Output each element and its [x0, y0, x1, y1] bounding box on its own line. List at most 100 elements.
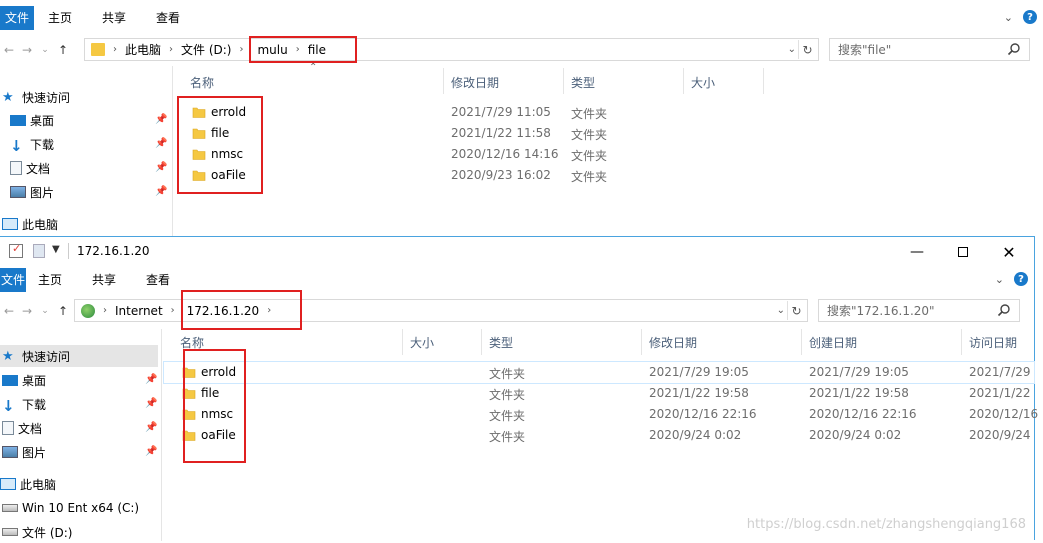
navigation-pane: ★ 快速访问 桌面 📌 ↓ 下载 📌 文档 📌 图片 📌 此电脑 Win 10 … [0, 345, 170, 541]
nav-quick-access[interactable]: ★ 快速访问 [0, 345, 158, 367]
column-divider[interactable] [563, 68, 564, 94]
search-icon[interactable] [997, 303, 1011, 317]
up-arrow-icon[interactable]: ↑ [54, 43, 72, 57]
file-row[interactable]: nmsc 2020/12/16 14:16 文件夹 [176, 144, 776, 165]
column-header-accessed[interactable]: 访问日期 [969, 331, 1017, 353]
file-row[interactable]: errold 文件夹 2021/7/29 19:05 2021/7/29 19:05 2… [163, 361, 1035, 384]
column-header-type[interactable]: 类型 [489, 331, 513, 353]
column-header-name[interactable]: 名称 [190, 71, 214, 93]
column-divider[interactable] [641, 329, 642, 355]
up-arrow-icon[interactable]: ↑ [54, 304, 72, 318]
nav-this-pc[interactable]: 此电脑 [0, 473, 56, 495]
help-icon[interactable]: ? [1023, 10, 1037, 24]
pin-icon[interactable]: 📌 [155, 138, 167, 149]
new-folder-icon[interactable] [33, 244, 45, 258]
minimize-button[interactable]: — [894, 241, 940, 263]
column-header-created[interactable]: 创建日期 [809, 331, 857, 353]
ribbon-tab-home[interactable]: 主页 [48, 9, 72, 26]
pictures-icon [2, 446, 18, 458]
column-divider[interactable] [683, 68, 684, 94]
nav-item-downloads[interactable]: ↓ 下载 [10, 133, 54, 155]
breadcrumb-drive-d[interactable]: 文件 (D:) [181, 41, 231, 58]
column-divider[interactable] [801, 329, 802, 355]
cell-accessed: 2021/1/22 [969, 386, 1031, 400]
search-icon[interactable] [1007, 42, 1021, 56]
expand-ribbon-icon[interactable]: ⌄ [1004, 11, 1013, 24]
nav-item-desktop[interactable]: 桌面 [10, 109, 54, 131]
nav-label: 快速访问 [22, 90, 71, 105]
nav-this-pc[interactable]: 此电脑 [2, 213, 58, 235]
search-input[interactable]: 搜索"file" [829, 38, 1030, 61]
column-header-type[interactable]: 类型 [571, 71, 595, 93]
cell-accessed: 2020/9/24 [969, 428, 1031, 442]
column-divider[interactable] [402, 329, 403, 355]
file-row[interactable]: oaFile 文件夹 2020/9/24 0:02 2020/9/24 0:02 202… [164, 425, 1034, 446]
breadcrumb-internet[interactable]: Internet [115, 304, 163, 318]
pin-icon[interactable]: 📌 [145, 374, 157, 385]
nav-item-desktop[interactable]: 桌面 [2, 369, 46, 391]
cell-modified: 2020/9/23 16:02 [451, 168, 551, 182]
column-header-size[interactable]: 大小 [691, 71, 715, 93]
pin-icon[interactable]: 📌 [145, 398, 157, 409]
pin-icon[interactable]: 📌 [145, 446, 157, 457]
pane-divider [172, 66, 173, 236]
nav-drive-c[interactable]: Win 10 Ent x64 (C:) [2, 497, 139, 519]
cell-type: 文件夹 [571, 149, 608, 163]
address-dropdown-icon[interactable]: ⌄ [788, 44, 796, 55]
file-row[interactable]: file 2021/1/22 11:58 文件夹 [176, 123, 776, 144]
forward-arrow-icon[interactable]: → [18, 304, 36, 318]
file-row[interactable]: oaFile 2020/9/23 16:02 文件夹 [176, 165, 776, 186]
search-input[interactable]: 搜索"172.16.1.20" [818, 299, 1020, 322]
column-divider[interactable] [443, 68, 444, 94]
address-bar[interactable]: › 此电脑 › 文件 (D:) › mulu › file ⌄ ↻ [84, 38, 819, 61]
sort-ascending-icon: ⌃ [309, 62, 318, 73]
nav-label: 文档 [18, 421, 43, 436]
nav-item-downloads[interactable]: ↓ 下载 [2, 393, 46, 415]
column-header-modified[interactable]: 修改日期 [649, 331, 697, 353]
column-divider[interactable] [763, 68, 764, 94]
nav-item-pictures[interactable]: 图片 [2, 441, 46, 463]
maximize-button[interactable] [940, 241, 986, 263]
nav-item-pictures[interactable]: 图片 [10, 181, 54, 203]
breadcrumb-this-pc[interactable]: 此电脑 [125, 41, 161, 58]
pin-icon[interactable]: 📌 [145, 422, 157, 433]
nav-quick-access[interactable]: ★ 快速访问 [2, 86, 70, 108]
address-dropdown-icon[interactable]: ⌄ [777, 305, 785, 316]
pin-icon[interactable]: 📌 [155, 114, 167, 125]
file-row[interactable]: nmsc 文件夹 2020/12/16 22:16 2020/12/16 22:16 2… [164, 404, 1038, 425]
ribbon-tab-file[interactable]: 文件 [0, 267, 26, 292]
refresh-icon[interactable]: ↻ [798, 40, 816, 59]
ribbon-tab-view[interactable]: 查看 [156, 9, 180, 26]
cell-modified: 2021/7/29 19:05 [649, 365, 749, 379]
ribbon-tab-share[interactable]: 共享 [102, 9, 126, 26]
forward-arrow-icon[interactable]: → [18, 43, 36, 57]
expand-ribbon-icon[interactable]: ⌄ [995, 273, 1004, 286]
help-icon[interactable]: ? [1014, 272, 1028, 286]
refresh-icon[interactable]: ↻ [787, 301, 805, 320]
file-row[interactable]: errold 2021/7/29 11:05 文件夹 [176, 102, 776, 123]
column-divider[interactable] [481, 329, 482, 355]
column-header-modified[interactable]: 修改日期 [451, 71, 499, 93]
document-icon [10, 161, 22, 175]
recent-locations-icon[interactable]: ⌄ [36, 306, 54, 316]
ribbon-tab-file[interactable]: 文件 [0, 5, 34, 30]
column-divider[interactable] [961, 329, 962, 355]
back-arrow-icon[interactable]: ← [0, 43, 18, 57]
highlight-folder-list [177, 96, 263, 194]
recent-locations-icon[interactable]: ⌄ [36, 45, 54, 55]
properties-checkbox-icon[interactable]: ✓ [9, 242, 23, 258]
quick-access-toolbar-dropdown-icon[interactable]: ▼ [52, 244, 60, 255]
nav-item-documents[interactable]: 文档 [2, 417, 42, 439]
column-header-size[interactable]: 大小 [410, 331, 434, 353]
close-button[interactable]: ✕ [986, 241, 1032, 263]
file-row[interactable]: file 文件夹 2021/1/22 19:58 2021/1/22 19:58 202… [164, 383, 1034, 404]
ribbon-tab-view[interactable]: 查看 [146, 271, 170, 288]
ribbon-tab-home[interactable]: 主页 [38, 271, 62, 288]
ribbon-tab-share[interactable]: 共享 [92, 271, 116, 288]
nav-label: 图片 [22, 445, 47, 460]
nav-item-documents[interactable]: 文档 [10, 157, 50, 179]
pin-icon[interactable]: 📌 [155, 162, 167, 173]
cell-type: 文件夹 [489, 409, 526, 423]
back-arrow-icon[interactable]: ← [0, 304, 18, 318]
pin-icon[interactable]: 📌 [155, 186, 167, 197]
